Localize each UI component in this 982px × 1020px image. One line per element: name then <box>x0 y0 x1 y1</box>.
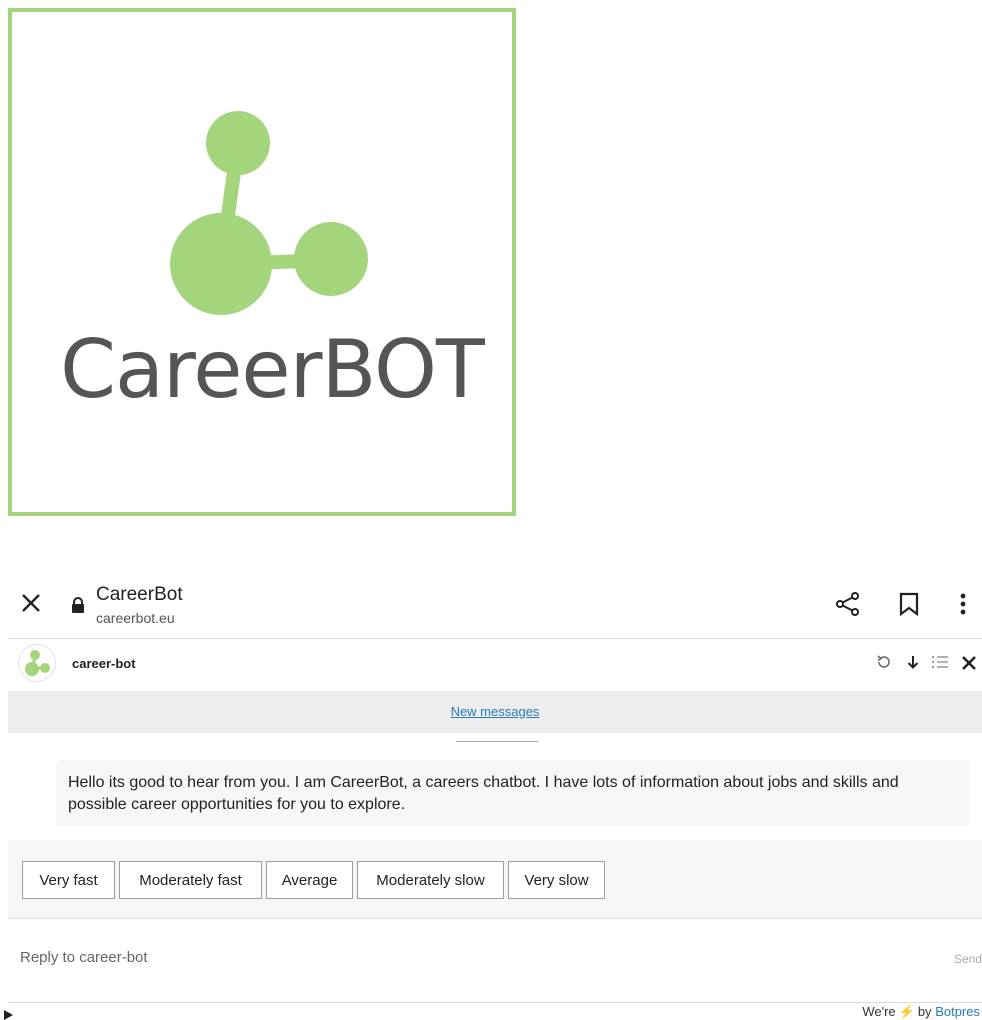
bot-avatar <box>18 644 56 682</box>
quick-reply-average[interactable]: Average <box>266 861 353 899</box>
divider <box>8 1002 982 1003</box>
share-icon[interactable] <box>834 590 862 618</box>
divider <box>8 918 982 919</box>
powered-by-footer: We're ⚡ by Botpres <box>862 1004 980 1020</box>
divider <box>8 638 982 639</box>
download-icon[interactable] <box>905 654 921 670</box>
quick-reply-moderately-fast[interactable]: Moderately fast <box>119 861 262 899</box>
list-icon[interactable] <box>931 654 949 670</box>
quick-replies: Very fast Moderately fast Average Modera… <box>8 840 982 918</box>
quick-reply-very-fast[interactable]: Very fast <box>22 861 115 899</box>
refresh-icon[interactable] <box>876 654 892 670</box>
close-chat-icon[interactable] <box>960 654 978 672</box>
footer-prefix: We're <box>862 1004 896 1019</box>
divider <box>456 741 538 742</box>
send-button[interactable]: Send <box>954 952 982 966</box>
footer-suffix: by <box>917 1004 932 1019</box>
chat-header: career-bot <box>0 640 982 688</box>
new-messages-link[interactable]: New messages <box>451 704 540 719</box>
quick-reply-moderately-slow[interactable]: Moderately slow <box>357 861 504 899</box>
bot-message-text: Hello its good to hear from you. I am Ca… <box>68 774 899 813</box>
bot-name: career-bot <box>72 656 136 671</box>
logo-wordmark: CareerBOT <box>60 323 485 416</box>
lock-icon <box>72 597 84 613</box>
more-vert-icon[interactable] <box>956 590 970 618</box>
bolt-icon: ⚡ <box>898 1004 915 1019</box>
site-title: CareerBot <box>96 584 183 605</box>
site-url: careerbot.eu <box>96 610 175 626</box>
careerbot-logo: CareerBOT <box>8 8 516 516</box>
close-icon[interactable] <box>18 590 44 616</box>
cursor-icon <box>4 1010 13 1020</box>
browser-toolbar: CareerBot careerbot.eu <box>0 578 982 638</box>
botpress-link[interactable]: Botpres <box>935 1004 980 1019</box>
molecule-avatar-icon <box>25 650 50 676</box>
molecule-logo-icon <box>170 111 368 315</box>
bot-message-bubble: Hello its good to hear from you. I am Ca… <box>56 760 970 826</box>
reply-input[interactable] <box>20 944 920 970</box>
composer: Send <box>8 920 982 1002</box>
quick-reply-very-slow[interactable]: Very slow <box>508 861 605 899</box>
bookmark-icon[interactable] <box>896 590 922 618</box>
new-messages-banner: New messages <box>8 691 982 733</box>
